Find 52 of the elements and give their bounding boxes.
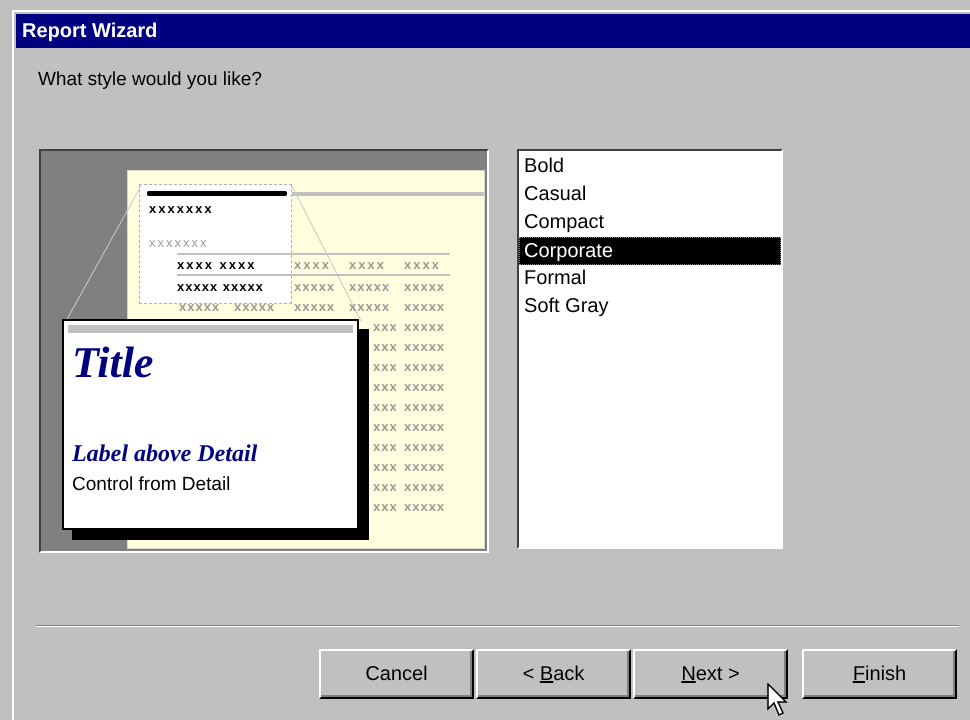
zoom-column-headers: xxxx xxxx [177, 257, 256, 273]
sample-control-text: Control from Detail [72, 474, 230, 495]
preview-detail-text: xxx [373, 479, 398, 495]
preview-header-text: xxxx [294, 257, 331, 273]
sample-label-text: Label above Detail [72, 441, 258, 467]
preview-detail-text: xxx [373, 339, 398, 355]
preview-detail-text: xxx [373, 459, 398, 475]
preview-detail-text: xxx [373, 419, 398, 435]
preview-detail-text: xxxxx [294, 299, 336, 315]
preview-detail-text: xxxxx [404, 399, 446, 415]
preview-detail-text: xxx [373, 439, 398, 455]
style-list[interactable]: Bold Casual Compact Corporate Formal Soft Gray [517, 149, 783, 549]
preview-detail-text: xxx [373, 359, 398, 375]
preview-detail-text: xxxxx [404, 439, 446, 455]
zoom-heading-text: xxxxxxx [149, 201, 214, 217]
preview-detail-text: xxxxx [404, 379, 446, 395]
preview-detail-text: xxxxx [404, 339, 446, 355]
preview-detail-text: xxxxx [404, 359, 446, 375]
preview-header-text: xxxx [349, 257, 386, 273]
style-list-item[interactable]: Compact [519, 209, 781, 237]
window-title: Report Wizard [16, 14, 970, 48]
preview-detail-text: xxxxx [404, 319, 446, 335]
wizard-button[interactable]: Finish [802, 649, 957, 699]
preview-detail-text: xxxxx [404, 279, 446, 295]
preview-detail-text: xxx [373, 319, 398, 335]
wizard-button[interactable]: < Back [476, 649, 631, 699]
preview-detail-text: xxxxx [404, 459, 446, 475]
mouse-cursor-icon [767, 683, 789, 717]
preview-detail-text: xxx [373, 379, 398, 395]
wizard-button[interactable]: Next > [633, 649, 788, 699]
preview-detail-text: xxx [373, 399, 398, 415]
preview-detail-text: xxxxx [404, 479, 446, 495]
style-list-item[interactable]: Casual [519, 181, 781, 209]
style-list-item[interactable]: Formal [519, 265, 781, 293]
preview-detail-text: xxxxx [179, 299, 220, 315]
style-list-item[interactable]: Soft Gray [519, 293, 781, 321]
preview-header-text: xxxx [404, 257, 441, 273]
preview-detail-text: xxxxx [349, 299, 390, 315]
prompt-text: What style would you like? [38, 68, 262, 92]
preview-detail-text: xxxxx [234, 299, 276, 315]
preview-detail-text: xxxxx [404, 419, 446, 435]
wizard-button[interactable]: Cancel [319, 649, 474, 699]
preview-detail-text: xxxxx [404, 299, 446, 315]
style-list-item[interactable]: Corporate [519, 237, 781, 265]
preview-detail-text: xxxxx [349, 279, 390, 295]
sample-title-text: Title [72, 338, 154, 387]
preview-detail-text: xxx [373, 499, 398, 515]
preview-detail-text: xxxxx [294, 279, 336, 295]
zoom-detail-text: xxxxx xxxxx [177, 279, 264, 295]
preview-detail-text: xxxxx [404, 499, 446, 515]
style-list-item[interactable]: Bold [519, 153, 781, 181]
zoom-group-text: xxxxxxx [149, 235, 208, 251]
